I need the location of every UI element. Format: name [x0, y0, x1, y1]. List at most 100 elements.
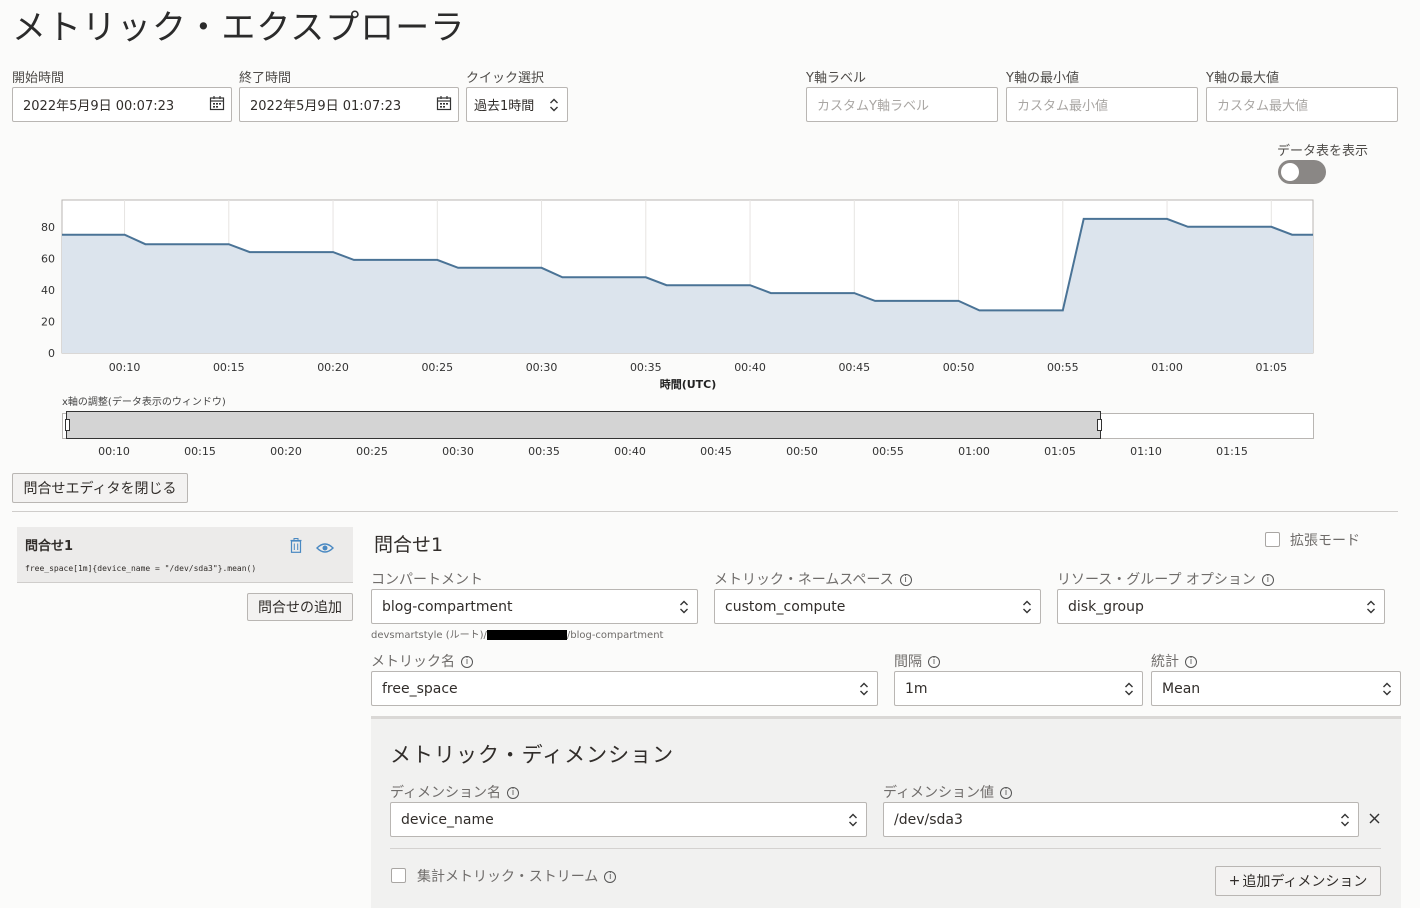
quick-select-label: クイック選択	[466, 71, 545, 86]
info-icon[interactable]: i	[1000, 787, 1013, 799]
navigator-tick-label: 00:40	[614, 445, 646, 458]
aggregate-stream-checkbox[interactable]	[391, 868, 406, 883]
navigator-tick-label: 00:55	[872, 445, 904, 458]
x-tick-label: 00:50	[943, 361, 975, 374]
trash-icon[interactable]	[290, 538, 302, 557]
navigator-tick-label: 00:10	[98, 445, 130, 458]
dimensions-title: メトリック・ディメンション	[390, 743, 675, 767]
start-time-input[interactable]: 2022年5月9日 00:07:23	[12, 87, 232, 122]
navigator-tick-label: 00:20	[270, 445, 302, 458]
statistic-value: Mean	[1162, 680, 1201, 697]
dimension-name-select[interactable]: device_name	[390, 802, 867, 837]
x-tick-label: 01:00	[1151, 361, 1183, 374]
end-time-value: 2022年5月9日 01:07:23	[250, 99, 402, 114]
eye-icon[interactable]	[316, 539, 334, 558]
info-icon[interactable]: i	[899, 574, 912, 586]
y-axis-min-input[interactable]: カスタム最小値	[1006, 87, 1198, 122]
calendar-icon[interactable]	[436, 95, 452, 115]
statistic-select[interactable]: Mean	[1151, 671, 1401, 706]
divider	[12, 511, 1398, 512]
y-axis-min-placeholder: カスタム最小値	[1017, 99, 1109, 114]
navigator-tick-label: 00:50	[786, 445, 818, 458]
info-icon[interactable]: i	[604, 871, 617, 883]
query-expression: free_space[1m]{device_name = "/dev/sda3"…	[25, 564, 257, 573]
page-title: メトリック・エクスプローラ	[12, 8, 466, 48]
navigator-tick-label: 00:15	[184, 445, 216, 458]
navigator-window[interactable]	[66, 411, 1101, 439]
x-tick-label: 00:55	[1047, 361, 1079, 374]
x-tick-label: 00:40	[734, 361, 766, 374]
quick-select[interactable]: 過去1時間	[466, 87, 568, 122]
updown-chevron-icon	[1341, 813, 1349, 826]
compartment-select[interactable]: blog-compartment	[371, 589, 698, 624]
y-axis-max-input[interactable]: カスタム最大値	[1206, 87, 1398, 122]
add-dimension-label: 追加ディメンション	[1242, 874, 1368, 890]
namespace-label: メトリック・ネームスペース i	[714, 569, 912, 589]
data-table-toggle[interactable]	[1278, 160, 1326, 184]
dimension-value-select[interactable]: /dev/sda3	[883, 802, 1359, 837]
y-tick-label: 60	[41, 252, 55, 265]
end-time-input[interactable]: 2022年5月9日 01:07:23	[239, 87, 459, 122]
y-axis-ticks: 0 20 40 60 80	[41, 221, 55, 360]
y-axis-label-label: Y軸ラベル	[806, 71, 866, 86]
x-tick-label: 00:20	[317, 361, 349, 374]
navigator-tick-label: 01:15	[1216, 445, 1248, 458]
info-icon[interactable]: i	[928, 656, 940, 668]
updown-chevron-icon	[860, 682, 868, 695]
compartment-path-prefix: devsmartstyle (ルート)/	[371, 630, 487, 641]
updown-chevron-icon	[1367, 600, 1375, 613]
advanced-mode-label: 拡張モード	[1290, 533, 1360, 549]
compartment-path: devsmartstyle (ルート)/ /blog-compartment	[371, 626, 663, 641]
dimension-name-label: ディメンション名 i	[390, 782, 520, 802]
info-icon[interactable]: i	[1261, 574, 1274, 586]
navigator-left-handle[interactable]	[65, 419, 70, 431]
navigator-right-handle[interactable]	[1097, 419, 1102, 431]
info-icon[interactable]: i	[461, 656, 473, 668]
resource-group-select[interactable]: disk_group	[1057, 589, 1385, 624]
interval-label: 間隔 i	[894, 651, 940, 671]
x-tick-label: 00:35	[630, 361, 662, 374]
x-axis-title: 時間(UTC)	[660, 377, 717, 391]
close-query-editor-button[interactable]: 問合せエディタを閉じる	[12, 473, 188, 503]
calendar-icon[interactable]	[209, 95, 225, 115]
y-axis-label-placeholder: カスタムY軸ラベル	[817, 99, 929, 114]
metric-name-select[interactable]: free_space	[371, 671, 878, 706]
redacted-block	[486, 630, 567, 640]
start-time-label: 開始時間	[12, 71, 65, 86]
navigator-tick-label: 01:10	[1130, 445, 1162, 458]
advanced-mode-checkbox[interactable]	[1265, 532, 1280, 547]
end-time-label: 終了時間	[239, 71, 292, 86]
y-tick-label: 0	[48, 347, 55, 360]
interval-select[interactable]: 1m	[894, 671, 1143, 706]
remove-dimension-close-icon[interactable]	[1369, 809, 1380, 828]
updown-chevron-icon	[849, 813, 857, 826]
quick-select-value: 過去1時間	[474, 99, 535, 114]
navigator-label: x軸の調整(データ表示のウィンドウ)	[62, 397, 226, 408]
x-tick-label: 00:45	[838, 361, 870, 374]
info-icon[interactable]: i	[507, 787, 520, 799]
x-tick-label: 00:30	[526, 361, 558, 374]
add-query-button[interactable]: 問合せの追加	[247, 593, 353, 621]
navigator-tick-label: 00:30	[442, 445, 474, 458]
divider	[390, 848, 1381, 849]
query-card-title: 問合せ1	[25, 539, 74, 554]
query-card[interactable]: 問合せ1 free_space[1m]{device_name = "/dev/…	[17, 527, 353, 583]
navigator-tick-label: 00:35	[528, 445, 560, 458]
add-dimension-button[interactable]: + 追加ディメンション	[1215, 866, 1381, 896]
y-axis-max-placeholder: カスタム最大値	[1217, 99, 1309, 114]
y-axis-label-input[interactable]: カスタムY軸ラベル	[806, 87, 998, 122]
y-tick-label: 40	[41, 284, 55, 297]
x-tick-label: 00:10	[109, 361, 141, 374]
namespace-value: custom_compute	[725, 598, 846, 615]
dimension-value-label: ディメンション値 i	[883, 782, 1013, 802]
editor-title: 問合せ1	[374, 534, 444, 556]
info-icon[interactable]: i	[1185, 656, 1197, 668]
dimension-name-value: device_name	[401, 811, 494, 828]
plus-icon: +	[1228, 873, 1241, 889]
namespace-select[interactable]: custom_compute	[714, 589, 1041, 624]
navigator-tick-label: 00:25	[356, 445, 388, 458]
compartment-label: コンパートメント	[371, 572, 483, 588]
updown-chevron-icon	[1023, 600, 1031, 613]
metric-name-label: メトリック名 i	[371, 651, 473, 671]
y-axis-min-label: Y軸の最小値	[1006, 71, 1079, 86]
